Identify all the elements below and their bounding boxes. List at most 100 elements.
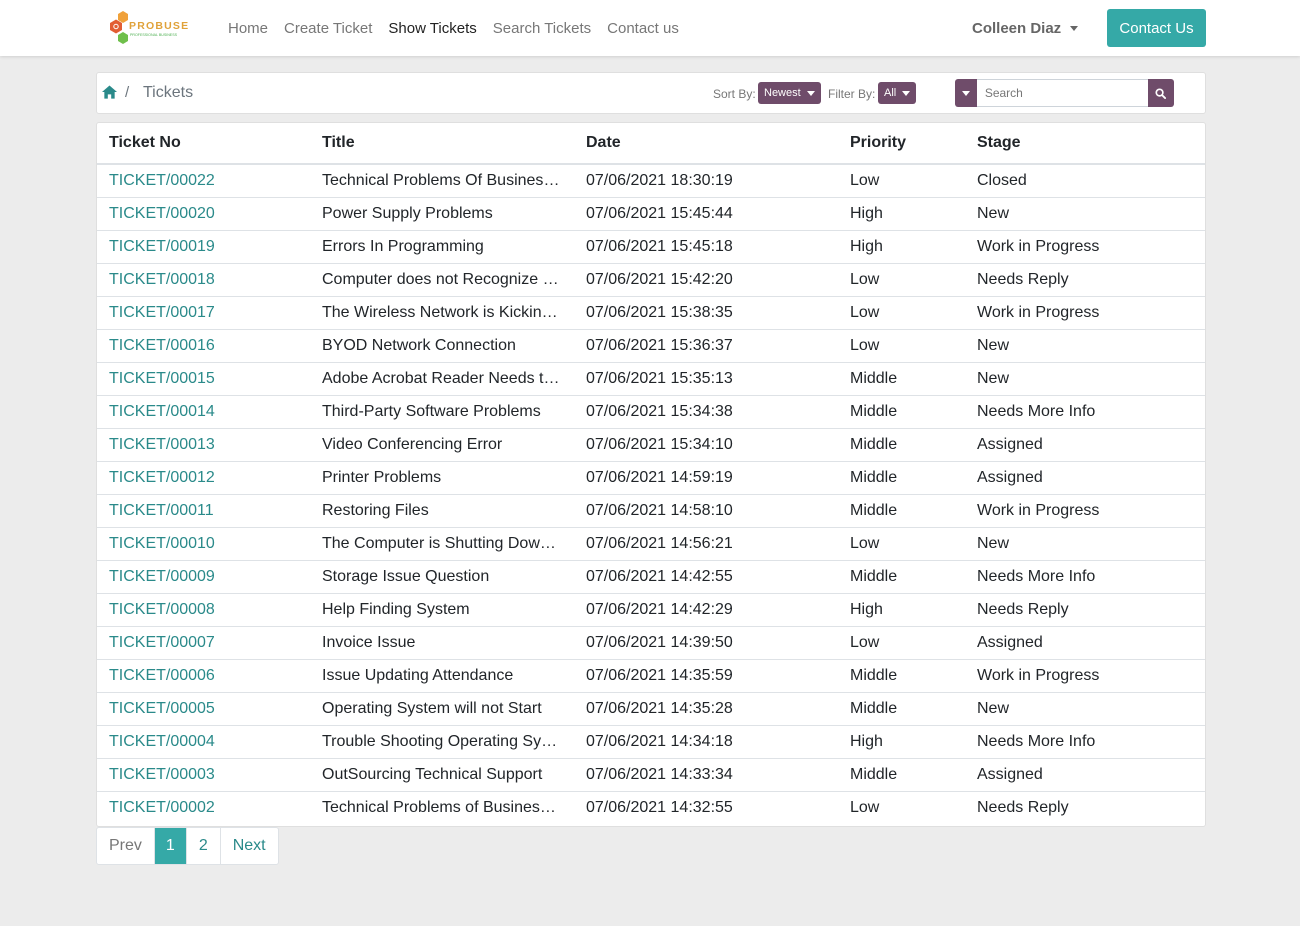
ticket-title-cell: Issue Updating Attendance [310,659,574,693]
pagination-page-2[interactable]: 2 [185,828,220,864]
ticket-no-cell[interactable]: TICKET/00013 [97,428,310,462]
ticket-stage-cell: Assigned [965,461,1205,495]
home-icon[interactable] [102,85,117,99]
ticket-no-cell[interactable]: TICKET/00009 [97,560,310,594]
ticket-date-cell: 07/06/2021 14:42:55 [574,560,838,594]
ticket-no-cell[interactable]: TICKET/00017 [97,296,310,330]
search-options-dropdown[interactable] [955,79,977,107]
table-row[interactable]: TICKET/00006 Issue Updating Attendance 07/… [97,659,1205,693]
ticket-date-cell: 07/06/2021 14:32:55 [586,799,733,816]
ticket-stage-cell: New [965,197,1205,231]
table-row[interactable]: TICKET/00013 Video Conferencing Error 07/0… [97,428,1205,462]
table-row[interactable]: TICKET/00020 Power Supply Problems 07/06/2… [97,197,1205,231]
ticket-priority-cell: Middle [838,494,965,528]
ticket-stage-cell: Needs More Info [965,725,1205,759]
column-header-title[interactable]: Title [310,123,574,165]
ticket-stage-cell: Work in Progress [965,296,1205,330]
ticket-priority-cell: Middle [838,692,965,726]
pagination-next[interactable]: Next [219,828,278,864]
chevron-down-icon [961,90,970,96]
table-row[interactable]: TICKET/00004 Trouble Shooting Operating S… [97,725,1205,759]
ticket-no-cell[interactable]: TICKET/00015 [97,362,310,396]
search-group [955,79,1174,107]
column-header-stage[interactable]: Stage [965,123,1205,165]
nav-show-tickets[interactable]: Show Tickets [380,20,484,37]
ticket-priority-cell: Middle [838,560,965,594]
ticket-no-cell[interactable]: TICKET/00018 [97,263,310,297]
table-row[interactable]: TICKET/00003 OutSourcing Technical Suppor… [97,758,1205,792]
ticket-stage-cell: Needs More Info [965,560,1205,594]
ticket-no-cell[interactable]: TICKET/00004 [97,725,310,759]
user-menu[interactable]: Colleen Diaz [972,0,1079,56]
table-row[interactable]: TICKET/00019 Errors In Programming 07/06/2… [97,230,1205,264]
table-row[interactable]: TICKET/00008 Help Finding System 07/06/202… [97,593,1205,627]
ticket-priority-cell: Low [838,263,965,297]
ticket-stage-cell: Assigned [965,626,1205,660]
nav-contact-us[interactable]: Contact us [599,20,687,37]
logo-hexagons-icon: PROBUSE PROFESSIONAL BUSINESS [110,11,188,44]
ticket-priority-cell: High [838,725,965,759]
ticket-priority-cell: Middle [838,659,965,693]
table-row[interactable]: TICKET/00016 BYOD Network Connection 07/06… [97,329,1205,363]
ticket-stage-cell: Work in Progress [965,659,1205,693]
ticket-no-cell[interactable]: TICKET/00019 [97,230,310,264]
filter-dropdown[interactable]: All [878,82,917,104]
column-header-ticket-no[interactable]: Ticket No [97,123,310,165]
ticket-no-cell[interactable]: TICKET/00012 [97,461,310,495]
ticket-stage-cell: Assigned [965,758,1205,792]
table-row[interactable]: TICKET/00015 Adobe Acrobat Reader Needs t… [97,362,1205,396]
column-header-date[interactable]: Date [574,123,838,165]
nav-search-tickets[interactable]: Search Tickets [485,20,599,37]
probuse-logo[interactable]: PROBUSE PROFESSIONAL BUSINESS [108,8,188,48]
column-header-priority[interactable]: Priority [838,123,965,165]
ticket-stage-cell: Needs Reply [965,263,1205,297]
nav-create-ticket[interactable]: Create Ticket [276,20,380,37]
contact-us-button[interactable]: Contact Us [1107,9,1206,47]
ticket-no-cell[interactable]: TICKET/00022 [97,164,310,198]
pagination-prev[interactable]: Prev [97,828,154,864]
ticket-stage-cell: Work in Progress [965,230,1205,264]
ticket-no-cell[interactable]: TICKET/00010 [97,527,310,561]
navbar: PROBUSE PROFESSIONAL BUSINESS Home Creat… [0,0,1300,56]
ticket-no-cell[interactable]: TICKET/00006 [97,659,310,693]
ticket-no-cell[interactable]: TICKET/00014 [97,395,310,429]
ticket-no-cell[interactable]: TICKET/00007 [97,626,310,660]
pagination-page-1[interactable]: 1 [153,828,186,864]
ticket-no-cell[interactable]: TICKET/00003 [97,758,310,792]
ticket-no-cell[interactable]: TICKET/00005 [97,692,310,726]
table-row[interactable]: TICKET/00018 Computer does not Recognize … [97,263,1205,297]
nav-home[interactable]: Home [220,20,276,37]
sort-value: Newest [764,87,801,99]
ticket-no-cell[interactable]: TICKET/00020 [97,197,310,231]
ticket-date-cell: 07/06/2021 14:35:28 [574,692,838,726]
table-row[interactable]: TICKET/00009 Storage Issue Question 07/06/… [97,560,1205,594]
table-row[interactable]: TICKET/00010 The Computer is Shutting Dow… [97,527,1205,561]
table-row[interactable]: TICKET/00011 Restoring Files 07/06/2021 14… [97,494,1205,528]
ticket-no-cell[interactable]: TICKET/00008 [97,593,310,627]
chevron-down-icon [806,90,815,96]
table-row[interactable]: TICKET/00022 Technical Problems Of Busine… [97,164,1205,198]
ticket-no-cell[interactable]: TICKET/00016 [97,329,310,363]
tickets-toolbar: / Tickets Sort By: Newest Filter By: All [96,72,1206,114]
table-row[interactable]: TICKET/00014 Third-Party Software Problem… [97,395,1205,429]
ticket-date-cell: 07/06/2021 14:34:18 [574,725,838,759]
ticket-stage-cell: New [965,362,1205,396]
filter-label: Filter By: [828,87,876,101]
table-row[interactable]: TICKET/00007 Invoice Issue 07/06/2021 14:3… [97,626,1205,660]
ticket-date-cell: 07/06/2021 14:33:34 [574,758,838,792]
sort-dropdown[interactable]: Newest [758,82,821,104]
table-row[interactable]: TICKET/00017 The Wireless Network is Kick… [97,296,1205,330]
search-button[interactable] [1147,79,1174,107]
ticket-date-cell: 07/06/2021 15:36:37 [574,329,838,363]
search-input[interactable] [976,79,1148,107]
table-row[interactable]: TICKET/00012 Printer Problems 07/06/2021 1… [97,461,1205,495]
filter-value: All [884,87,897,99]
ticket-priority-cell: Middle [838,758,965,792]
ticket-no-cell[interactable]: TICKET/00011 [97,494,310,528]
table-row[interactable]: TICKET/00005 Operating System will not St… [97,692,1205,726]
ticket-date-cell: 07/06/2021 14:35:59 [574,659,838,693]
table-row[interactable]: TICKET/00002 Technical Problems of Busine… [97,792,1205,825]
chevron-down-icon [1070,25,1079,31]
breadcrumb-separator: / [125,84,130,101]
ticket-no-cell[interactable]: TICKET/00002 [97,792,310,825]
